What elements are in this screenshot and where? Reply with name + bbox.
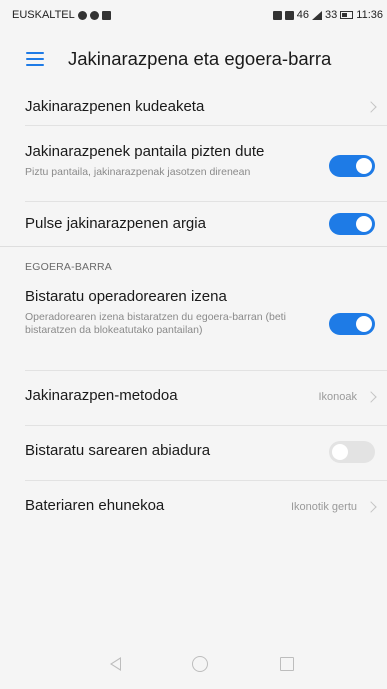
network-speed-toggle[interactable] xyxy=(329,441,375,463)
notification-method-row[interactable]: Jakinarazpen-metodoa Ikonoak xyxy=(0,371,387,426)
operator-name-subtitle: Operadorearen izena bistaratzen du egoer… xyxy=(25,311,286,336)
wake-screen-toggle[interactable] xyxy=(329,155,375,177)
signal-icon xyxy=(312,10,323,20)
recents-icon[interactable] xyxy=(280,657,294,671)
battery-percentage-value: Ikonotik gertu xyxy=(290,501,357,513)
notification-management-row[interactable]: Jakinarazpenen kudeaketa xyxy=(0,90,387,126)
notification-method-label: Jakinarazpen-metodoa xyxy=(25,387,178,404)
battery-level: 33 xyxy=(325,9,338,21)
wake-screen-row[interactable]: Jakinarazpenek pantaila pizten dute Pizt… xyxy=(0,126,387,202)
battery-percentage-label: Bateriaren ehunekoa xyxy=(25,497,165,514)
pulse-light-row[interactable]: Pulse jakinarazpenen argia xyxy=(0,202,387,246)
upload-icon xyxy=(77,10,87,20)
section-divider xyxy=(0,246,387,247)
notification-method-value: Ikonoak xyxy=(318,391,357,403)
wake-screen-title: Jakinarazpenek pantaila pizten dute xyxy=(25,143,265,160)
chevron-right-icon xyxy=(365,101,377,113)
status-bar-section-header: EGOERA-BARRA xyxy=(0,246,387,280)
back-icon[interactable] xyxy=(110,657,121,671)
navigation-bar xyxy=(0,640,387,689)
operator-name-toggle[interactable] xyxy=(329,313,375,335)
pulse-light-toggle[interactable] xyxy=(329,213,375,235)
chat-icon xyxy=(89,10,99,20)
section-title: EGOERA-BARRA xyxy=(25,261,112,273)
page-title: Jakinarazpena eta egoera-barra xyxy=(68,48,332,69)
status-left: EUSKALTEL xyxy=(12,9,111,21)
vibrate-icon xyxy=(284,10,294,20)
app-notification-icon xyxy=(101,10,111,20)
battery-icon xyxy=(340,11,354,19)
chevron-right-icon xyxy=(365,501,377,513)
network-speed-label: Bistaratu sarearen abiadura xyxy=(25,442,211,459)
notification-management-label: Jakinarazpenen kudeaketa xyxy=(25,98,205,115)
carrier-name: EUSKALTEL xyxy=(12,9,75,21)
network-speed-row[interactable]: Bistaratu sarearen abiadura xyxy=(0,426,387,481)
chevron-right-icon xyxy=(365,391,377,403)
wake-screen-subtitle: Piztu pantaila, jakinarazpenak jasotzen … xyxy=(25,166,251,178)
menu-icon[interactable] xyxy=(26,52,44,66)
status-right: 46 33 11:36 xyxy=(272,9,383,21)
pulse-light-title: Pulse jakinarazpenen argia xyxy=(25,215,206,232)
operator-name-title: Bistaratu operadorearen izena xyxy=(25,288,227,305)
status-bar: EUSKALTEL 46 33 11:36 xyxy=(0,0,387,28)
operator-name-row[interactable]: Bistaratu operadorearen izena Operadorea… xyxy=(0,280,387,371)
clock: 11:36 xyxy=(356,9,383,21)
settings-list: Jakinarazpenen kudeaketa Jakinarazpenek … xyxy=(0,90,387,536)
toolbar: Jakinarazpena eta egoera-barra xyxy=(0,28,387,90)
nfc-icon xyxy=(272,10,282,20)
network-type: 46 xyxy=(296,9,310,21)
home-icon[interactable] xyxy=(192,656,208,672)
battery-percentage-row[interactable]: Bateriaren ehunekoa Ikonotik gertu xyxy=(0,481,387,536)
